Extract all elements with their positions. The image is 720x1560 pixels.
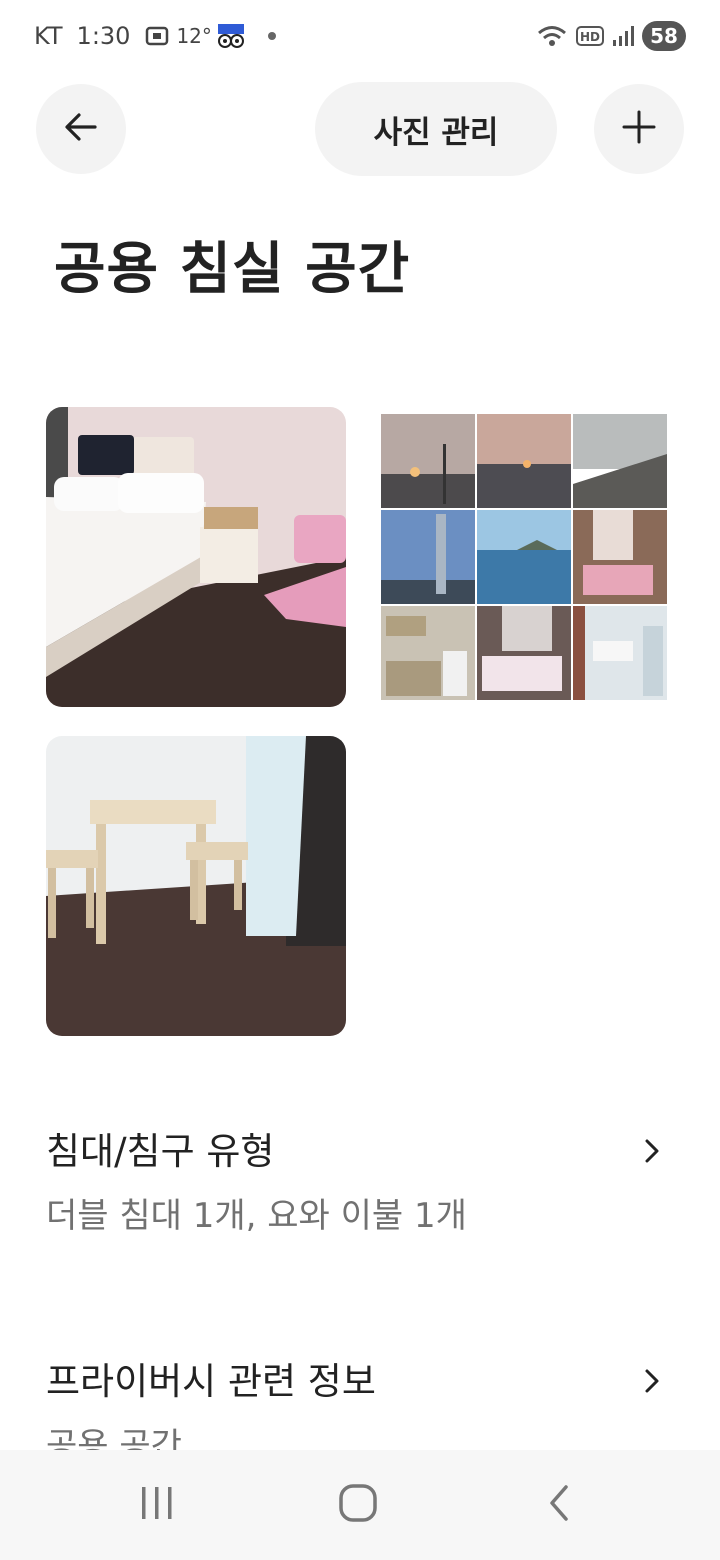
page-title: 공용 침실 공간 <box>54 237 411 302</box>
bedroom-photo[interactable] <box>46 407 346 707</box>
status-bar: KT 1:30 12° HD 58 <box>0 0 720 72</box>
bed-type-value: 더블 침대 1개, 요와 이불 1개 <box>46 1196 467 1236</box>
system-nav-bar <box>0 1450 720 1560</box>
home-icon <box>338 1483 378 1527</box>
collage-coast-photo <box>477 510 571 604</box>
back-button[interactable] <box>36 84 126 174</box>
signal-icon <box>612 24 634 48</box>
system-back-button[interactable] <box>499 1450 619 1560</box>
recent-apps-icon <box>137 1485 177 1525</box>
hd-voice-icon: HD <box>576 25 604 47</box>
wifi-icon <box>536 23 568 49</box>
chevron-right-icon <box>642 1366 662 1400</box>
bed-type-row[interactable]: 침대/침구 유형 더블 침대 1개, 요와 이불 1개 <box>46 1122 674 1246</box>
arrow-left-icon <box>63 109 99 149</box>
plus-icon <box>621 109 657 149</box>
privacy-title: 프라이버시 관련 정보 <box>46 1360 376 1403</box>
clock: 1:30 <box>76 22 131 50</box>
table-chairs-photo[interactable] <box>46 736 346 1036</box>
photo-collage[interactable] <box>381 414 667 700</box>
manage-photos-button[interactable]: 사진 관리 <box>315 82 557 176</box>
collage-sunset-photo <box>381 414 475 508</box>
collage-kitchen-photo <box>381 606 475 700</box>
add-photo-button[interactable] <box>594 84 684 174</box>
recent-apps-button[interactable] <box>97 1450 217 1560</box>
notification-dot-icon <box>267 32 276 40</box>
collage-sea-sunset-photo <box>477 414 571 508</box>
bed-type-title: 침대/침구 유형 <box>46 1130 275 1173</box>
collage-room-photo <box>573 510 667 604</box>
status-bar-right: HD 58 <box>536 18 686 54</box>
chevron-right-icon <box>642 1136 662 1170</box>
screen-record-icon <box>144 24 170 48</box>
collage-bathroom-photo <box>573 606 667 700</box>
weather-app-icon <box>216 22 246 50</box>
carrier-label: KT <box>34 22 63 50</box>
svg-text:HD: HD <box>580 30 600 44</box>
home-button[interactable] <box>298 1450 418 1560</box>
collage-beach-photo <box>573 414 667 508</box>
status-bar-left: KT 1:30 12° <box>34 18 276 54</box>
back-icon <box>544 1483 574 1527</box>
temperature-label: 12° <box>176 24 212 48</box>
battery-icon: 58 <box>642 21 686 51</box>
collage-bed-photo <box>477 606 571 700</box>
collage-tower-photo <box>381 510 475 604</box>
